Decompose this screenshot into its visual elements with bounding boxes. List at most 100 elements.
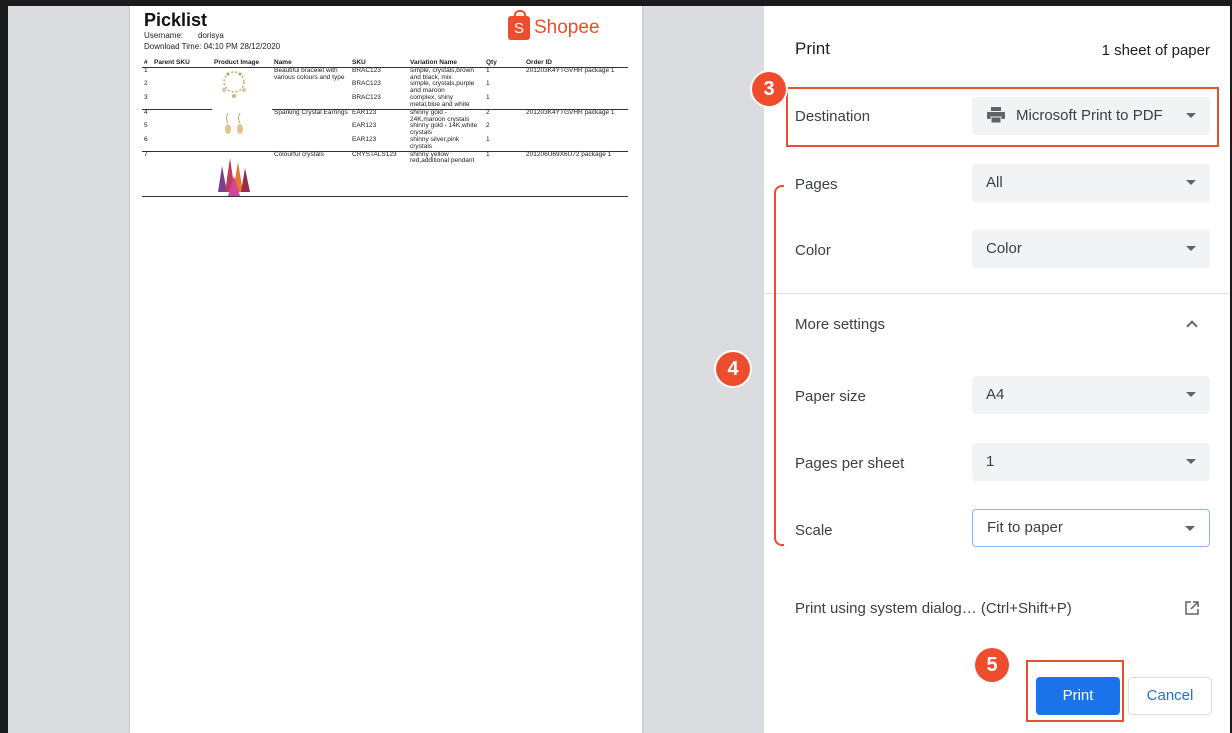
pages-label: Pages [795, 176, 838, 193]
cell-variation: complex, shiny metal,blue and white [408, 94, 484, 110]
scale-value: Fit to paper [987, 519, 1063, 536]
system-dialog-link[interactable]: Print using system dialog… (Ctrl+Shift+P… [795, 600, 1072, 617]
cell-sku: BRAC123 [350, 94, 408, 110]
cell-name [272, 123, 350, 137]
cell-sku: EAR123 [352, 122, 377, 130]
step-badge-3: 3 [752, 72, 786, 106]
pages-select[interactable]: All [972, 164, 1210, 202]
table-row: 1 Beautiful bracelet with various colour… [142, 66, 628, 98]
cell-parent-sku [152, 151, 212, 197]
pages-value: All [986, 174, 1003, 191]
more-settings-toggle[interactable]: More settings [795, 316, 885, 333]
scale-select[interactable]: Fit to paper [972, 509, 1210, 547]
shopee-logo: S Shopee [508, 10, 600, 40]
cell-variation: shinny silver,pink crystals [408, 136, 484, 152]
cell-num: 2 [144, 80, 148, 88]
print-title: Print [795, 39, 830, 58]
step-badge-5: 5 [975, 648, 1009, 682]
cell-order-id [524, 81, 628, 95]
color-select[interactable]: Color [972, 230, 1210, 268]
bracelet-image [222, 71, 246, 98]
download-time: Download Time: 04:10 PM 28/12/2020 [144, 42, 281, 51]
scale-label: Scale [795, 522, 833, 539]
pages-per-sheet-label: Pages per sheet [795, 455, 905, 472]
shopee-logo-text: Shopee [534, 17, 600, 38]
cell-name: Colourful crystals [272, 151, 350, 197]
cell-order-id: 201203K4YTGVHR package 1 [526, 66, 615, 74]
cell-qty: 1 [484, 94, 524, 110]
cell-variation: simple, crystals,purple and maroon [410, 80, 475, 95]
cell-sku: CRYSTALS123 [350, 151, 408, 197]
cell-name: Sparking Crystal Earrings [274, 108, 348, 116]
paper-size-label: Paper size [795, 388, 866, 405]
cell-parent-sku [152, 136, 212, 152]
cell-parent-sku [152, 123, 212, 137]
earrings-image [225, 112, 243, 135]
cancel-button[interactable]: Cancel [1128, 677, 1212, 715]
cell-qty: 1 [486, 66, 490, 74]
window-left-border [0, 0, 8, 733]
cell-qty: 2 [486, 108, 490, 116]
cell-qty: 2 [486, 122, 490, 130]
cell-qty: 1 [484, 136, 524, 152]
cell-name [272, 81, 350, 95]
dropdown-caret-icon [1186, 459, 1196, 464]
cell-variation: shinny gold - 14K,white crystals [410, 122, 478, 137]
dropdown-caret-icon [1186, 392, 1196, 397]
username-value: dorisya [198, 31, 224, 40]
cell-qty: 1 [484, 151, 524, 197]
pages-per-sheet-select[interactable]: 1 [972, 443, 1210, 481]
product-image-cell [212, 151, 272, 197]
picklist-title: Picklist [144, 10, 208, 30]
cell-order-id [524, 123, 628, 137]
cell-sku: EAR123 [352, 108, 377, 116]
cell-order-id: 201203K4YTGVHR package 1 [526, 108, 615, 116]
dropdown-caret-icon [1185, 526, 1195, 531]
step-badge-4: 4 [716, 352, 750, 386]
cell-name [272, 95, 350, 110]
color-label: Color [795, 242, 831, 259]
cell-qty: 1 [486, 80, 490, 88]
print-button-highlight-box [1026, 660, 1124, 722]
preview-page: Picklist Username: dorisya Download Time… [130, 6, 642, 733]
sheet-count: 1 sheet of paper [1101, 42, 1210, 59]
product-image-cell [212, 67, 272, 109]
cell-variation: simple, crystals,brown and black, mix [410, 66, 474, 81]
cell-sku: EAR123 [350, 136, 408, 152]
print-preview-screen: Picklist Username: dorisya Download Time… [0, 0, 1232, 733]
cell-num: 3 [142, 94, 152, 110]
shopee-bag-icon: S [508, 10, 530, 40]
settings-divider [764, 293, 1230, 294]
paper-size-select[interactable]: A4 [972, 376, 1210, 414]
cell-order-id [524, 95, 628, 110]
cell-sku: BRAC123 [352, 66, 381, 74]
cell-variation: shinny gold - 24K,maroon crystals [410, 108, 470, 123]
cell-parent-sku [152, 81, 212, 95]
table-row: 7 Colourful crystals CRYSTALS123 shinny … [142, 151, 628, 197]
destination-highlight-box [786, 87, 1219, 147]
cell-order-id [524, 136, 628, 152]
preview-area[interactable]: Picklist Username: dorisya Download Time… [8, 6, 764, 733]
cell-name [272, 136, 350, 152]
username-line: Username: dorisya [144, 31, 224, 40]
username-label: Username: [144, 31, 184, 40]
cell-order-id: 201206U69X6U72 package 1 [524, 151, 628, 197]
table-row: 4 Sparking Crystal Earrings EAR123 shinn… [142, 108, 628, 152]
cell-num: 6 [142, 136, 152, 152]
chevron-up-icon[interactable] [1186, 320, 1198, 332]
settings-bracket [774, 185, 784, 546]
pages-per-sheet-value: 1 [986, 453, 995, 470]
open-external-icon[interactable] [1184, 600, 1200, 616]
cell-parent-sku [152, 67, 212, 81]
cell-parent-sku [152, 95, 212, 110]
col-header: Parent SKU [152, 59, 212, 68]
cell-num: 7 [142, 151, 152, 197]
cell-parent-sku [152, 109, 212, 123]
col-header: Product Image [212, 59, 272, 68]
cell-num: 5 [144, 122, 148, 130]
dropdown-caret-icon [1186, 246, 1196, 251]
cell-name: Beautiful bracelet with various colours … [274, 66, 345, 81]
cell-num: 1 [144, 66, 148, 74]
product-image-cell [212, 109, 272, 152]
paper-size-value: A4 [986, 386, 1005, 403]
